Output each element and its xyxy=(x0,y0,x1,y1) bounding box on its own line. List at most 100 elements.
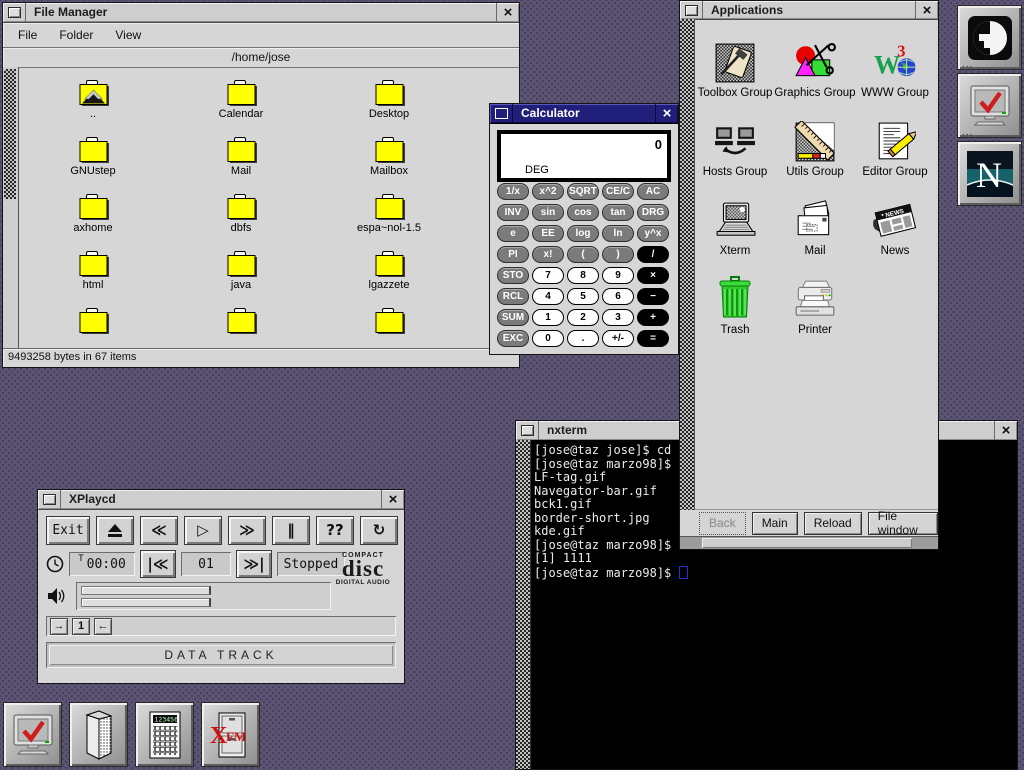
dock-netscape[interactable]: N xyxy=(957,141,1022,206)
calc-button-6[interactable]: 6 xyxy=(602,288,634,305)
calc-button-CE/C[interactable]: CE/C xyxy=(602,183,634,200)
xplaycd-shuffle-button[interactable]: ?? xyxy=(316,516,354,545)
calc-button-1/x[interactable]: 1/x xyxy=(497,183,529,200)
app-item-graphics[interactable]: Graphics Group xyxy=(774,27,855,99)
window-menu-icon[interactable] xyxy=(38,490,61,509)
window-menu-icon[interactable] xyxy=(3,3,26,22)
menu-folder[interactable]: Folder xyxy=(48,26,104,44)
calc-button-INV[interactable]: INV xyxy=(497,204,529,221)
scrollbar-thumb[interactable] xyxy=(702,538,912,548)
xplaycd-prev-track-button[interactable]: |≪ xyxy=(140,550,176,578)
app-item-www[interactable]: W3WWW Group xyxy=(861,27,929,99)
calc-button-EE[interactable]: EE xyxy=(532,225,564,242)
menu-file[interactable]: File xyxy=(7,26,48,44)
folder-item[interactable]: lgazzete xyxy=(319,250,459,307)
calc-button-EXC[interactable]: EXC xyxy=(497,330,529,347)
folder-item[interactable]: html xyxy=(23,250,163,307)
app-item-xterm[interactable]: Xterm xyxy=(714,185,756,257)
scrollbar-thumb[interactable] xyxy=(4,69,16,199)
volume-slider[interactable] xyxy=(81,586,211,595)
file-manager-titlebar[interactable]: File Manager × xyxy=(3,3,519,23)
calc-button-+[interactable]: + xyxy=(637,309,669,326)
calc-button-x![interactable]: x! xyxy=(532,246,564,263)
calc-button-sin[interactable]: sin xyxy=(532,204,564,221)
window-menu-icon[interactable] xyxy=(490,104,513,123)
folder-item[interactable]: espa~nol-1.5 xyxy=(319,193,459,250)
applications-hscrollbar[interactable] xyxy=(680,536,938,549)
calculator-titlebar[interactable]: Calculator × xyxy=(490,104,678,124)
calc-button-([interactable]: ( xyxy=(567,246,599,263)
xplaycd-rewind-button[interactable]: ≪ xyxy=(140,516,178,545)
xplaycd-trackbtn-2[interactable]: ← xyxy=(94,618,112,635)
calc-button-DRG[interactable]: DRG xyxy=(637,204,669,221)
calc-button-0[interactable]: 0 xyxy=(532,330,564,347)
calc-button-+/-[interactable]: +/- xyxy=(602,330,634,347)
terminal-vscrollbar[interactable] xyxy=(516,440,531,769)
calc-button-tan[interactable]: tan xyxy=(602,204,634,221)
app-item-trash[interactable]: Trash xyxy=(715,264,755,336)
xplaycd-next-track-button[interactable]: ≫| xyxy=(236,550,272,578)
calc-button-1[interactable]: 1 xyxy=(532,309,564,326)
app-item-news[interactable]: * NEWSNews xyxy=(872,185,918,257)
close-icon[interactable]: × xyxy=(381,490,404,509)
dock-xv[interactable]: ... xyxy=(957,73,1022,138)
folder-item[interactable] xyxy=(23,307,163,349)
xplaycd-trackbtn-1[interactable]: 1 xyxy=(72,618,90,635)
calc-button-ln[interactable]: ln xyxy=(602,225,634,242)
app-item-utils[interactable]: Utils Group xyxy=(786,106,844,178)
close-icon[interactable]: × xyxy=(915,1,938,19)
calc-button-x^2[interactable]: x^2 xyxy=(532,183,564,200)
xplaycd-trackbtn-0[interactable]: → xyxy=(50,618,68,635)
calc-button-cos[interactable]: cos xyxy=(567,204,599,221)
app-item-mail[interactable]: Mail xyxy=(794,185,836,257)
calc-button-RCL[interactable]: RCL xyxy=(497,288,529,305)
calc-button-7[interactable]: 7 xyxy=(532,267,564,284)
calc-button-SQRT[interactable]: SQRT xyxy=(567,183,599,200)
file-manager-vscrollbar[interactable] xyxy=(3,67,19,349)
close-icon[interactable]: × xyxy=(655,104,678,123)
xplaycd-titlebar[interactable]: XPlaycd × xyxy=(38,490,404,510)
menu-view[interactable]: View xyxy=(104,26,152,44)
xplaycd-pause-button[interactable]: ‖ xyxy=(272,516,310,545)
xplaycd-play-button[interactable]: ▷ xyxy=(184,516,222,545)
calc-button-y^x[interactable]: y^x xyxy=(637,225,669,242)
folder-item[interactable]: axhome xyxy=(23,193,163,250)
file-window-button[interactable]: File window xyxy=(868,512,938,535)
calc-button-3[interactable]: 3 xyxy=(602,309,634,326)
app-item-printer[interactable]: Printer xyxy=(792,264,838,336)
folder-item[interactable] xyxy=(319,307,459,349)
calc-button-4[interactable]: 4 xyxy=(532,288,564,305)
folder-item[interactable]: java xyxy=(171,250,311,307)
calc-button-/[interactable]: / xyxy=(637,246,669,263)
app-item-hosts[interactable]: Hosts Group xyxy=(703,106,768,178)
taskbar-calculator-mini[interactable]: 123456 xyxy=(135,702,194,767)
calc-button-×[interactable]: × xyxy=(637,267,669,284)
back-button[interactable]: Back xyxy=(699,512,746,535)
applications-vscrollbar[interactable] xyxy=(680,19,695,510)
main-button[interactable]: Main xyxy=(752,512,798,535)
calc-button-SUM[interactable]: SUM xyxy=(497,309,529,326)
taskbar-xfm[interactable]: XFM xyxy=(201,702,260,767)
calc-button-5[interactable]: 5 xyxy=(567,288,599,305)
xplaycd-repeat-button[interactable]: ↻ xyxy=(360,516,398,545)
balance-slider[interactable] xyxy=(81,598,211,607)
taskbar-xv-mini[interactable] xyxy=(3,702,62,767)
folder-item[interactable]: dbfs xyxy=(171,193,311,250)
xplaycd-eject-button[interactable] xyxy=(96,516,134,545)
folder-item[interactable]: .. xyxy=(23,79,163,136)
folder-item[interactable] xyxy=(171,307,311,349)
calc-button-e[interactable]: e xyxy=(497,225,529,242)
calc-button-.[interactable]: . xyxy=(567,330,599,347)
close-icon[interactable]: × xyxy=(496,3,519,22)
folder-item[interactable]: Calendar xyxy=(171,79,311,136)
calc-button-−[interactable]: − xyxy=(637,288,669,305)
calc-button-8[interactable]: 8 xyxy=(567,267,599,284)
calc-button-STO[interactable]: STO xyxy=(497,267,529,284)
calc-button-9[interactable]: 9 xyxy=(602,267,634,284)
folder-item[interactable]: Desktop xyxy=(319,79,459,136)
folder-item[interactable]: Mailbox xyxy=(319,136,459,193)
xplaycd-forward-button[interactable]: ≫ xyxy=(228,516,266,545)
reload-button[interactable]: Reload xyxy=(804,512,862,535)
folder-item[interactable]: Mail xyxy=(171,136,311,193)
calc-button-=[interactable]: = xyxy=(637,330,669,347)
